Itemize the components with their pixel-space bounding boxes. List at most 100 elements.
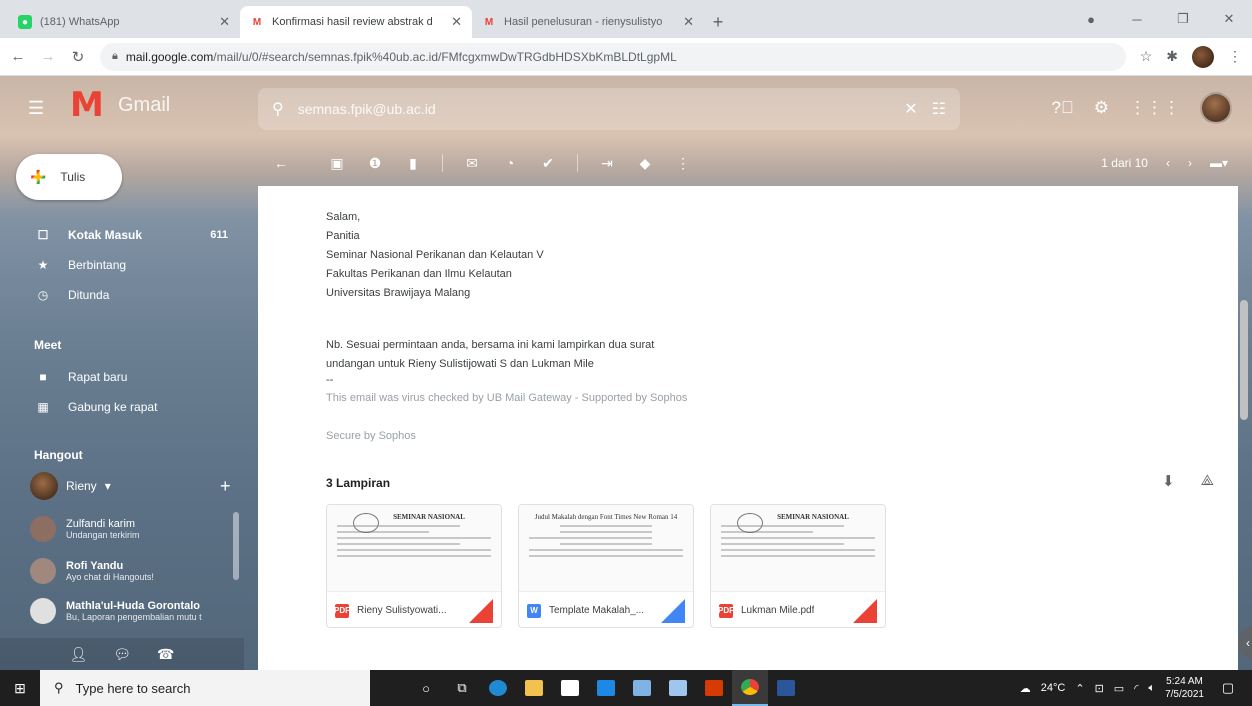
weather-temp[interactable]: 24°C <box>1041 682 1066 694</box>
seal-icon <box>737 513 763 533</box>
search-bar[interactable]: ⚲ semnas.fpik@ub.ac.id ✕ ☷ <box>258 88 960 130</box>
minimize-button[interactable]: ─ <box>1114 12 1160 27</box>
compose-plus-icon: + <box>30 161 47 192</box>
attachment-card[interactable]: SEMINAR NASIONAL PDF Rieny Sulistyowati.… <box>326 504 502 628</box>
delete-icon[interactable]: ▮ <box>394 155 432 172</box>
extension-icon[interactable]: ● <box>1068 12 1114 27</box>
compose-button[interactable]: + Tulis <box>16 154 122 200</box>
file-explorer-icon[interactable] <box>516 670 552 706</box>
edge-icon[interactable] <box>480 670 516 706</box>
bookmark-star-icon[interactable]: ☆ <box>1140 48 1153 65</box>
wifi-icon[interactable]: ◜ <box>1134 682 1138 695</box>
mark-unread-icon[interactable]: ✉ <box>453 155 491 172</box>
page-scrollbar[interactable] <box>1240 300 1248 420</box>
weather-icon[interactable]: ☁ <box>1020 682 1031 695</box>
archive-icon[interactable]: ▣ <box>318 155 356 172</box>
person-icon[interactable]: 👤︎ <box>69 646 87 663</box>
add-to-tasks-icon[interactable]: ✔ <box>529 155 567 172</box>
signature-dash: -- <box>326 374 334 386</box>
gmail-icon: M <box>252 16 262 28</box>
snooze-icon[interactable]: ◔ <box>491 155 529 171</box>
gmail-logo[interactable]: M Gmail <box>70 88 170 122</box>
sidebar-item-label: Berbintang <box>68 258 127 272</box>
word-icon[interactable] <box>768 670 804 706</box>
download-all-icon[interactable]: ⬇ <box>1162 472 1175 490</box>
reload-icon[interactable]: ↻ <box>70 48 86 66</box>
contact-name: Rofi Yandu <box>66 560 124 572</box>
phone-icon[interactable]: ☎ <box>157 646 174 663</box>
cortana-icon[interactable]: ○ <box>408 670 444 706</box>
tab-konfirmasi[interactable]: M Konfirmasi hasil review abstrak d ✕ <box>240 6 472 38</box>
help-icon[interactable]: ?⃝ <box>1052 98 1074 118</box>
network-icon[interactable]: ⊡ <box>1095 682 1104 695</box>
attachment-card[interactable]: SEMINAR NASIONAL PDF Lukman Mile.pdf <box>710 504 886 628</box>
back-to-list-icon[interactable]: ← <box>274 155 288 171</box>
close-tab-icon[interactable]: ✕ <box>683 14 694 30</box>
search-icon[interactable]: ⚲ <box>272 99 284 119</box>
windows-start-icon[interactable]: ⊞ <box>0 670 40 706</box>
volume-icon[interactable]: 🔈︎ <box>1148 682 1155 695</box>
system-clock[interactable]: 5:24 AM 7/5/2021 <box>1165 675 1204 701</box>
search-options-icon[interactable]: ☷ <box>932 99 946 119</box>
profile-avatar[interactable] <box>1192 45 1214 68</box>
hamburger-menu-icon[interactable]: ☰ <box>28 98 44 119</box>
close-tab-icon[interactable]: ✕ <box>219 14 230 30</box>
tab-hasil-penelusuran[interactable]: M Hasil penelusuran - rienysulistyo ✕ <box>472 6 704 38</box>
menu-dots-icon[interactable]: ⋮ <box>1228 48 1242 65</box>
back-icon[interactable]: ← <box>10 48 26 65</box>
more-icon[interactable]: ⋮ <box>664 155 702 172</box>
report-spam-icon[interactable]: ❶ <box>356 155 394 172</box>
attachment-footer: PDF Rieny Sulistyowati... <box>327 591 501 627</box>
hangout-contact[interactable]: Zulfandi karim Undangan terkirim <box>30 516 230 542</box>
extensions-icon[interactable]: ✱ <box>1166 48 1178 65</box>
task-view-icon[interactable]: ⧉ <box>444 670 480 706</box>
chrome-icon[interactable] <box>732 670 768 706</box>
hangout-self[interactable]: Rieny ▾ <box>30 472 111 500</box>
sidebar-item-rapat-baru[interactable]: ■ Rapat baru <box>0 362 244 392</box>
prev-icon[interactable]: ‹ <box>1166 156 1170 170</box>
office-icon[interactable] <box>696 670 732 706</box>
taskbar-search[interactable]: ⚲ Type here to search <box>40 670 370 706</box>
new-tab-button[interactable]: + <box>704 6 732 38</box>
system-tray: ☁ 24°C ⌃ ⊡ ▭ ◜ 🔈︎ 5:24 AM 7/5/2021 ▢ <box>1020 675 1252 701</box>
sidebar-item-gabung-ke-rapat[interactable]: ▦ Gabung ke rapat <box>0 392 244 422</box>
sidebar-item-berbintang[interactable]: ★ Berbintang <box>0 250 244 280</box>
save-to-drive-icon[interactable]: ⟁ <box>1201 472 1214 490</box>
url-field[interactable]: 🔒︎ mail.google.com/mail/u/0/#search/semn… <box>100 42 1126 71</box>
move-to-icon[interactable]: ⇥ <box>588 155 626 172</box>
sidebar-item-kotak-masuk[interactable]: ☐ Kotak Masuk 611 <box>0 220 244 250</box>
app-icon[interactable] <box>660 670 696 706</box>
chat-bubble-icon[interactable]: 💬︎ <box>113 646 131 663</box>
attachment-card[interactable]: Judul Makalah dengan Font Times New Roma… <box>518 504 694 628</box>
settings-gear-icon[interactable]: ⚙ <box>1094 98 1109 118</box>
signature-line: Universitas Brawijaya Malang <box>326 287 471 299</box>
notifications-icon[interactable]: ▢ <box>1214 680 1242 696</box>
maximize-button[interactable]: ❐ <box>1160 11 1206 27</box>
hangout-contact[interactable]: Mathla'ul-Huda Gorontalo Bu, Laporan pen… <box>30 598 230 624</box>
note-line: Nb. Sesuai permintaan anda, bersama ini … <box>326 339 655 351</box>
keyboard-icon[interactable]: ▬▾ <box>1210 156 1228 170</box>
chevron-up-icon[interactable]: ⌃ <box>1075 682 1084 695</box>
sidebar-scrollbar[interactable] <box>233 512 239 580</box>
battery-icon[interactable]: ▭ <box>1114 682 1124 695</box>
app-icon[interactable] <box>624 670 660 706</box>
virus-check-text: This email was virus checked by UB Mail … <box>326 392 688 404</box>
hangout-contact[interactable]: Rofi Yandu Ayo chat di Hangouts! <box>30 558 230 584</box>
tab-whatsapp[interactable]: ● (181) WhatsApp ✕ <box>8 6 240 38</box>
sidebar-item-ditunda[interactable]: ◷ Ditunda <box>0 280 244 310</box>
mail-nav: ☐ Kotak Masuk 611 ★ Berbintang ◷ Ditunda <box>0 220 244 310</box>
forward-icon[interactable]: → <box>40 48 56 65</box>
label-icon[interactable]: ◆ <box>626 155 664 172</box>
add-hangout-icon[interactable]: + <box>220 476 231 497</box>
search-input[interactable]: semnas.fpik@ub.ac.id <box>298 101 891 117</box>
store-icon[interactable] <box>552 670 588 706</box>
clear-search-icon[interactable]: ✕ <box>904 99 917 119</box>
close-window-button[interactable]: ✕ <box>1206 11 1252 27</box>
next-icon[interactable]: › <box>1188 156 1192 170</box>
hangout-username: Rieny <box>66 479 97 493</box>
apps-grid-icon[interactable]: ⋮⋮⋮ <box>1129 98 1180 118</box>
account-avatar[interactable] <box>1200 92 1232 124</box>
signature-line: Panitia <box>326 230 360 242</box>
mail-icon[interactable] <box>588 670 624 706</box>
close-tab-icon[interactable]: ✕ <box>451 14 462 30</box>
